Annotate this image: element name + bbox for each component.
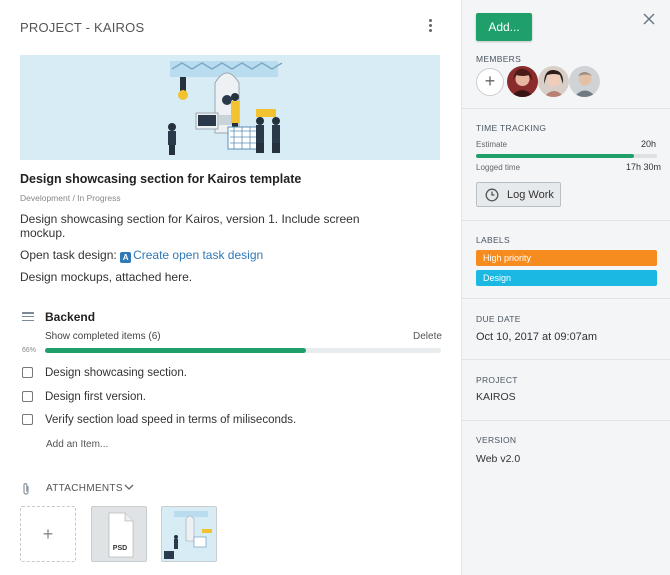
checklist-progress-percent: 66% xyxy=(22,347,37,354)
attachment-image-thumbnail[interactable] xyxy=(161,506,217,562)
checklist-title: Backend xyxy=(45,310,96,324)
time-tracking-label: TIME TRACKING xyxy=(476,123,547,133)
version-label: VERSION xyxy=(476,435,517,445)
open-task-line: Open task design: A Create open task desi… xyxy=(20,248,263,263)
open-task-prefix: Open task design: xyxy=(20,248,117,262)
section-divider xyxy=(462,108,670,109)
close-icon[interactable] xyxy=(642,12,656,28)
estimate-value: 20h xyxy=(641,139,657,149)
checklist-item: Design first version. xyxy=(22,391,146,403)
members-label: MEMBERS xyxy=(476,54,522,64)
psd-badge: PSD xyxy=(112,545,128,552)
task-title: Design showcasing section for Kairos tem… xyxy=(20,172,302,186)
add-member-button[interactable]: + xyxy=(476,68,504,96)
due-date-value[interactable]: Oct 10, 2017 at 09:07am xyxy=(476,331,597,343)
time-tracking-bar xyxy=(476,154,657,158)
checklist-progress-fill xyxy=(45,348,307,353)
log-work-button[interactable]: Log Work xyxy=(476,182,561,207)
more-options-icon[interactable] xyxy=(422,17,438,37)
logged-time-value: 17h 30m xyxy=(626,162,662,172)
paperclip-icon xyxy=(21,482,31,496)
add-button[interactable]: Add... xyxy=(476,13,532,41)
label-chip-design[interactable]: Design xyxy=(476,270,657,286)
checklist-item: Verify section load speed in terms of mi… xyxy=(22,414,296,426)
checklist-item-label: Design showcasing section. xyxy=(45,367,187,379)
estimate-label: Estimate xyxy=(476,140,508,149)
clock-icon xyxy=(485,188,499,202)
jira-icon: A xyxy=(120,252,132,263)
logged-time-label: Logged time xyxy=(476,163,521,172)
avatar[interactable] xyxy=(507,66,538,97)
task-cover-image xyxy=(20,55,440,160)
section-divider xyxy=(462,220,670,221)
section-divider xyxy=(462,420,670,421)
checklist-progress-bar xyxy=(45,348,441,353)
chevron-down-icon[interactable] xyxy=(124,483,134,494)
avatar[interactable] xyxy=(569,66,600,97)
checklist-item-label: Verify section load speed in terms of mi… xyxy=(45,414,297,426)
checklist-item-label: Design first version. xyxy=(45,391,146,403)
checklist-checkbox[interactable] xyxy=(22,391,33,402)
add-attachment-button[interactable]: + xyxy=(20,506,76,562)
delete-checklist-button[interactable]: Delete xyxy=(413,331,442,342)
time-tracking-fill xyxy=(476,154,635,158)
project-label: PROJECT xyxy=(476,375,518,385)
version-value: Web v2.0 xyxy=(476,453,521,465)
section-divider xyxy=(462,298,670,299)
labels-label: LABELS xyxy=(476,235,510,245)
attachments-label: ATTACHMENTS xyxy=(46,483,123,494)
checklist-icon xyxy=(22,312,34,322)
task-description: Design showcasing section for Kairos, ve… xyxy=(20,212,360,240)
project-title: PROJECT - KAIROS xyxy=(20,20,145,35)
project-value: KAIROS xyxy=(476,391,516,403)
checklist-checkbox[interactable] xyxy=(22,414,33,425)
open-task-link[interactable]: Create open task design xyxy=(133,248,263,262)
task-breadcrumb: Development / In Progress xyxy=(20,193,121,203)
due-date-label: DUE DATE xyxy=(476,314,521,324)
avatar[interactable] xyxy=(538,66,569,97)
log-work-label: Log Work xyxy=(507,189,554,201)
section-divider xyxy=(462,359,670,360)
mockups-note: Design mockups, attached here. xyxy=(20,270,193,284)
attachment-psd-file[interactable]: PSD xyxy=(91,506,147,562)
task-main-panel: PROJECT - KAIROS Design showcasing secti… xyxy=(0,0,462,575)
checklist-item: Design showcasing section. xyxy=(22,367,187,379)
label-chip-high-priority[interactable]: High priority xyxy=(476,250,657,266)
add-checklist-item-link[interactable]: Add an Item... xyxy=(46,439,108,450)
checklist-checkbox[interactable] xyxy=(22,367,33,378)
show-completed-link[interactable]: Show completed items (6) xyxy=(45,331,161,342)
